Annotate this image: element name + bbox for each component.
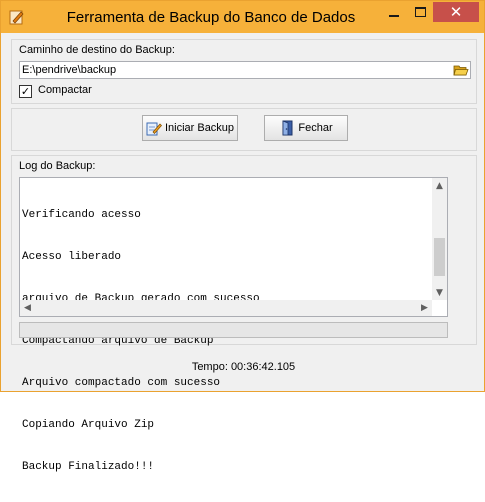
- backup-edit-icon: [146, 122, 162, 136]
- log-horizontal-scrollbar[interactable]: ◀ ▶: [20, 300, 432, 316]
- log-label: Log do Backup:: [19, 160, 96, 172]
- log-line: Verificando acesso: [22, 209, 141, 221]
- log-line: Arquivo compactado com sucesso: [22, 377, 221, 389]
- scroll-left-icon[interactable]: ◀: [20, 300, 35, 315]
- log-line: Copiando Arquivo Zip: [22, 419, 155, 431]
- log-lines: Verificando acesso Acesso liberado arqui…: [22, 180, 260, 502]
- browse-folder-button[interactable]: [452, 63, 469, 77]
- vertical-scroll-thumb[interactable]: [434, 238, 445, 276]
- log-line: Backup Finalizado!!!: [22, 461, 155, 473]
- scroll-right-icon[interactable]: ▶: [417, 300, 432, 315]
- compress-label[interactable]: Compactar: [38, 84, 92, 96]
- exit-door-icon: [282, 120, 293, 136]
- scroll-down-icon[interactable]: ▼: [432, 285, 447, 300]
- close-window-button[interactable]: ✕: [433, 2, 479, 22]
- log-textarea[interactable]: Verificando acesso Acesso liberado arqui…: [19, 177, 448, 473]
- minimize-icon: [389, 15, 399, 17]
- log-vertical-scrollbar[interactable]: ▲ ▼: [432, 178, 447, 300]
- backup-tool-window: Ferramenta de Backup do Banco de Dados ✕…: [0, 0, 485, 473]
- backup-progress-bar: [19, 322, 448, 338]
- client-area: Caminho de destino do Backup: ✓ Compacta…: [8, 33, 479, 473]
- elapsed-time: Tempo: 00:36:42.105: [191, 361, 296, 373]
- window-title: Ferramenta de Backup do Banco de Dados: [66, 9, 356, 26]
- maximize-icon: [414, 7, 426, 17]
- log-line: Acesso liberado: [22, 251, 122, 263]
- maximize-button[interactable]: [407, 2, 433, 22]
- close-button[interactable]: Fechar: [264, 115, 348, 141]
- destination-group: Caminho de destino do Backup: ✓ Compacta…: [11, 39, 477, 104]
- compress-checkbox[interactable]: ✓: [19, 85, 32, 98]
- start-backup-label: Iniciar Backup: [164, 122, 235, 134]
- scroll-up-icon[interactable]: ▲: [432, 178, 447, 193]
- log-group: Log do Backup: Verificando acesso Acesso…: [11, 155, 477, 473]
- actions-group: Iniciar Backup Fechar: [11, 108, 477, 151]
- title-bar[interactable]: Ferramenta de Backup do Banco de Dados ✕: [1, 1, 484, 33]
- destination-path-box[interactable]: [19, 61, 471, 79]
- destination-path-input[interactable]: [22, 63, 442, 77]
- folder-open-icon: [452, 65, 469, 75]
- start-backup-button[interactable]: Iniciar Backup: [142, 115, 238, 141]
- close-label: Fechar: [298, 122, 333, 134]
- destination-label: Caminho de destino do Backup:: [19, 44, 175, 56]
- close-icon: ✕: [449, 2, 463, 21]
- minimize-button[interactable]: [381, 2, 407, 22]
